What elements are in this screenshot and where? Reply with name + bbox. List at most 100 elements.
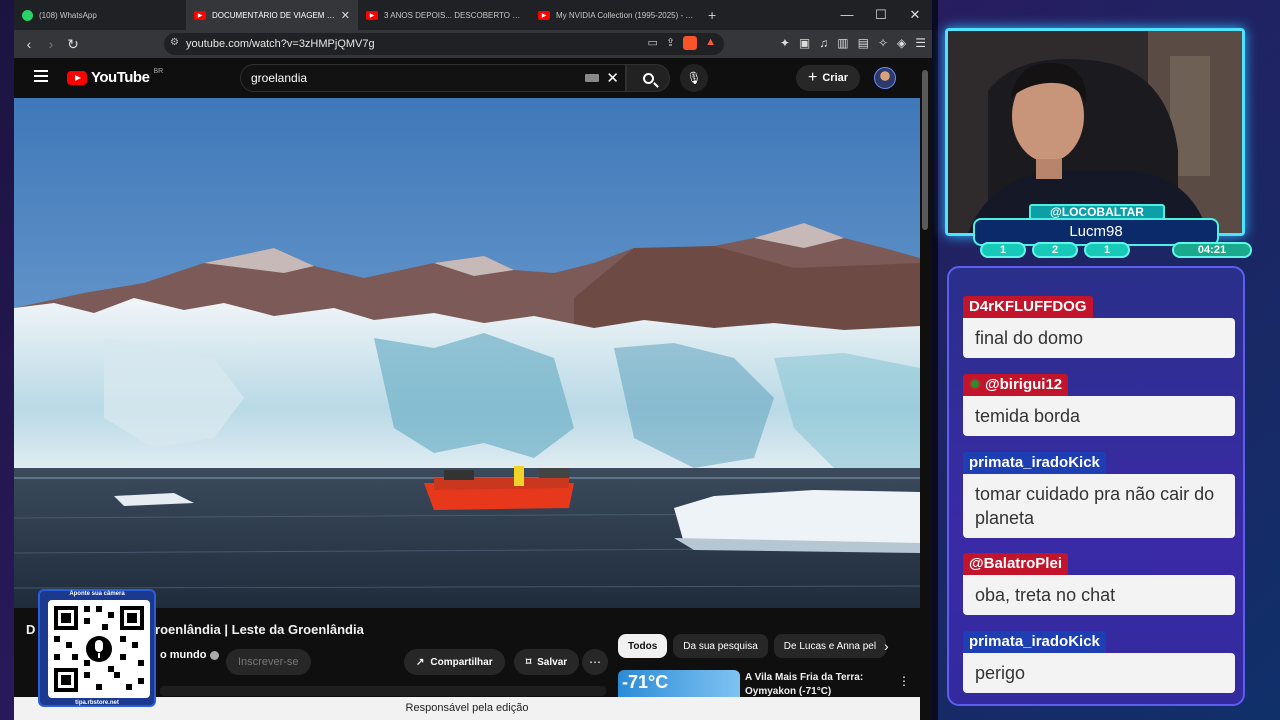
- youtube-icon: ▶: [366, 10, 378, 20]
- create-button[interactable]: + Criar: [796, 65, 861, 91]
- menu-icon[interactable]: ☰: [915, 36, 926, 50]
- subscribe-button[interactable]: Inscrever-se: [226, 649, 311, 675]
- webcam-image: [948, 31, 1242, 233]
- qr-code-graphic: [54, 606, 144, 692]
- clear-search-icon[interactable]: ✕: [606, 69, 619, 87]
- logo-text: YouTube: [91, 69, 150, 86]
- share-icon[interactable]: ⇪: [666, 36, 675, 50]
- search-icon: [642, 72, 654, 84]
- page-scrollbar[interactable]: [922, 70, 928, 230]
- minimize-button[interactable]: —: [830, 0, 864, 30]
- plus-icon: +: [808, 69, 818, 86]
- qr-code: [48, 600, 150, 698]
- screenshot-icon[interactable]: ▣: [799, 36, 810, 50]
- chat-message: @birigui12 temida borda: [963, 374, 1235, 436]
- avatar[interactable]: [874, 67, 896, 89]
- chat-message: @BalatroPlei oba, treta no chat: [963, 553, 1235, 615]
- description-preview: [160, 686, 606, 696]
- chat-username-wrap: @birigui12: [963, 374, 1069, 396]
- tab-nvidia[interactable]: ▶ My NVIDIA Collection (1995-2025) - You…: [530, 0, 702, 30]
- chat-username: primata_iradoKick: [963, 452, 1106, 474]
- chat-message: primata_iradoKick perigo: [963, 631, 1235, 693]
- youtube-logo[interactable]: YouTube BR: [67, 68, 164, 86]
- chat-text: perigo: [963, 653, 1235, 693]
- window-controls: — ☐ ✕: [830, 0, 932, 30]
- chat-message: D4rKFLUFFDOG final do domo: [963, 296, 1235, 358]
- music-icon[interactable]: ♫: [819, 36, 828, 50]
- tab-title: (108) WhatsApp: [39, 10, 97, 20]
- country-code: BR: [153, 68, 164, 75]
- chat-text: oba, treta no chat: [963, 575, 1235, 615]
- share-button[interactable]: ↗ Compartilhar: [404, 649, 505, 675]
- tab-title: My NVIDIA Collection (1995-2025) - YouTu…: [556, 10, 694, 20]
- stat-2: 2: [1032, 242, 1078, 258]
- more-vert-icon[interactable]: ⋮: [898, 674, 910, 688]
- search-button[interactable]: [626, 64, 670, 92]
- youtube-header: YouTube BR groelandia ✕ 🎙 + Criar: [14, 58, 920, 98]
- share-icon: ↗: [416, 656, 425, 668]
- tab-3-anos[interactable]: ▶ 3 ANOS DEPOIS... DESCOBERTO NOVO CAP: [358, 0, 530, 30]
- chat-text: tomar cuidado pra não cair do planeta: [963, 474, 1235, 538]
- close-window-button[interactable]: ✕: [898, 0, 932, 30]
- chevron-right-icon[interactable]: ›: [884, 638, 889, 654]
- chat-username: @birigui12: [985, 376, 1063, 393]
- voice-search-button[interactable]: 🎙: [680, 64, 708, 92]
- recommendation-title[interactable]: A Vila Mais Fria da Terra: Oymyakon (-71…: [745, 671, 885, 699]
- wallet-icon[interactable]: ▤: [858, 36, 869, 50]
- menu-icon[interactable]: [34, 70, 48, 82]
- back-icon[interactable]: ‹: [18, 36, 40, 52]
- video-player[interactable]: [14, 98, 920, 608]
- search-input[interactable]: groelandia ✕: [240, 64, 626, 92]
- channel-name[interactable]: o mundo: [160, 649, 220, 661]
- youtube-icon: ▶: [194, 10, 206, 20]
- forward-icon[interactable]: ›: [40, 36, 62, 52]
- stream-stats: 1 2 1 04:21: [980, 242, 1252, 258]
- chat-text: final do domo: [963, 318, 1235, 358]
- chip-de-lucas-e-anna[interactable]: De Lucas e Anna pel: [773, 634, 887, 658]
- create-label: Criar: [822, 72, 849, 84]
- search-query: groelandia: [251, 71, 308, 85]
- tab-title: 3 ANOS DEPOIS... DESCOBERTO NOVO CAP: [384, 10, 522, 20]
- extensions-icon[interactable]: ✦: [780, 36, 790, 50]
- url-text: youtube.com/watch?v=3zHMPjQMV7g: [186, 38, 375, 50]
- qr-caption-top: Aponte sua câmera: [69, 591, 125, 597]
- save-button[interactable]: ⌑ Salvar: [514, 649, 580, 675]
- close-tab-icon[interactable]: ✕: [341, 9, 350, 22]
- filter-chips: Todos Da sua pesquisa De Lucas e Anna pe…: [618, 634, 887, 658]
- microphone-icon: 🎙: [686, 71, 702, 85]
- maximize-button[interactable]: ☐: [864, 0, 898, 30]
- keyboard-icon[interactable]: [585, 74, 599, 82]
- site-info-icon[interactable]: ⚙: [170, 37, 179, 48]
- chip-da-sua-pesquisa[interactable]: Da sua pesquisa: [673, 634, 768, 658]
- share-label: Compartilhar: [430, 656, 493, 668]
- cast-icon[interactable]: ▭: [647, 36, 657, 50]
- stream-timer: 04:21: [1172, 242, 1252, 258]
- brave-shield-icon[interactable]: [683, 36, 698, 50]
- url-field[interactable]: ⚙ youtube.com/watch?v=3zHMPjQMV7g ▭ ⇪ ▲: [164, 33, 724, 55]
- more-actions-button[interactable]: ⋯: [582, 649, 608, 675]
- new-tab-button[interactable]: +: [708, 7, 716, 23]
- brave-rewards-icon[interactable]: ▲: [705, 36, 716, 50]
- sidebar-icon[interactable]: ▥: [837, 36, 848, 50]
- reload-icon[interactable]: ↻: [62, 36, 84, 53]
- chat-username: primata_iradoKick: [963, 631, 1106, 653]
- youtube-play-icon: [67, 70, 87, 85]
- chip-todos[interactable]: Todos: [618, 634, 668, 658]
- chat-username: D4rKFLUFFDOG: [963, 296, 1093, 318]
- vpn-icon[interactable]: ◈: [897, 36, 906, 50]
- window-divider: [932, 0, 938, 720]
- qr-code-card: Aponte sua câmera tipa.rbstore.net: [38, 589, 156, 707]
- leo-icon[interactable]: ✧: [878, 36, 888, 50]
- tab-whatsapp[interactable]: (108) WhatsApp: [14, 0, 186, 30]
- subscriber-badge-icon: [969, 378, 981, 390]
- address-bar: ‹ › ↻ ⌑ ⚙ youtube.com/watch?v=3zHMPjQMV7…: [14, 30, 932, 58]
- thumbnail-text: -71°C: [622, 672, 669, 692]
- chat-panel: D4rKFLUFFDOG final do domo @birigui12 te…: [947, 266, 1245, 706]
- chat-text: temida borda: [963, 396, 1235, 436]
- chat-username: @BalatroPlei: [963, 553, 1068, 575]
- tab-documentario[interactable]: ▶ DOCUMENTÁRIO DE VIAGEM PARA ✕: [186, 0, 358, 30]
- tab-title: DOCUMENTÁRIO DE VIAGEM PARA: [212, 10, 335, 20]
- tab-bar: (108) WhatsApp ▶ DOCUMENTÁRIO DE VIAGEM …: [14, 0, 932, 30]
- save-label: Salvar: [537, 656, 568, 668]
- qr-caption-bottom: tipa.rbstore.net: [75, 700, 119, 706]
